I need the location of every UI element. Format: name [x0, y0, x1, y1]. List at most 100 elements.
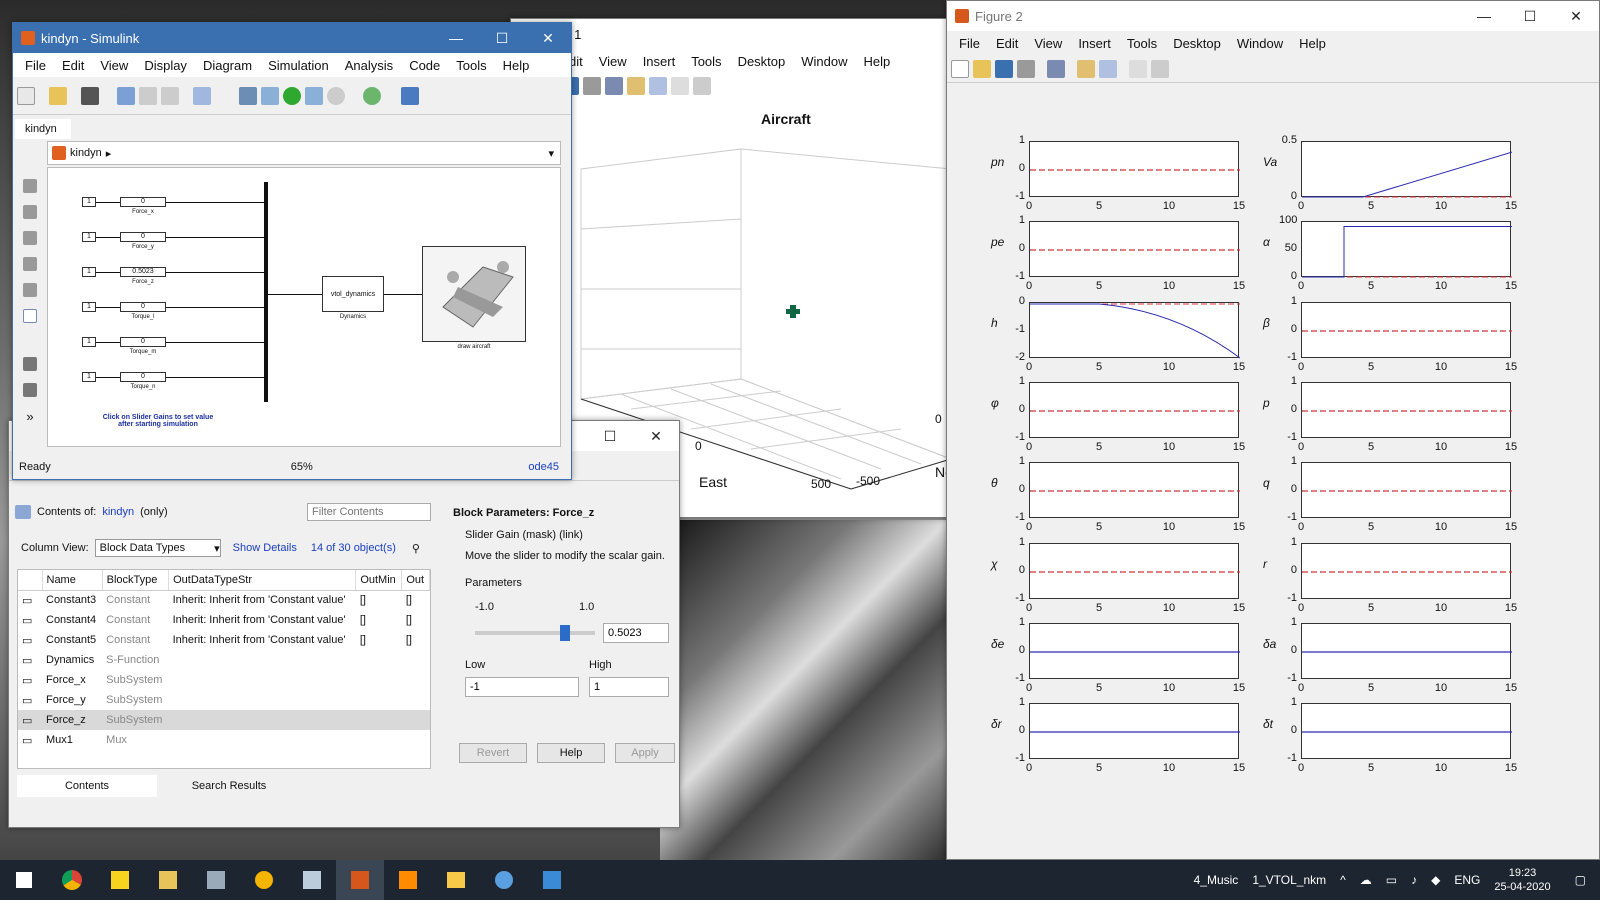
apply-button[interactable]: Apply	[615, 743, 675, 763]
model-config-icon[interactable]	[239, 86, 257, 105]
legend-icon[interactable]	[649, 77, 667, 95]
double-chevron-icon[interactable]: »	[26, 409, 33, 424]
low-input[interactable]	[465, 677, 579, 697]
subplot-axes[interactable]	[1301, 622, 1512, 679]
language-indicator[interactable]: ENG	[1454, 873, 1480, 887]
menu-item[interactable]: File	[17, 58, 54, 73]
dynamics-block[interactable]: vtol_dynamics	[322, 276, 384, 312]
column-header[interactable]: OutMin	[355, 570, 403, 591]
area-icon[interactable]	[23, 309, 37, 323]
slider-gain-block[interactable]: 0	[120, 372, 166, 382]
pointer-icon[interactable]	[1129, 59, 1147, 78]
zoom-icon[interactable]	[23, 179, 37, 193]
colorbar-icon[interactable]	[1077, 59, 1095, 78]
menu-item[interactable]: Help	[495, 58, 538, 73]
constant-block[interactable]: 1	[82, 232, 96, 242]
annotation-icon[interactable]	[23, 257, 37, 271]
mux-block[interactable]	[264, 182, 268, 402]
explorer-icon[interactable]	[23, 383, 37, 397]
slider-value-input[interactable]	[603, 623, 669, 643]
filter-icon[interactable]: ⚲	[412, 542, 420, 555]
tab-contents[interactable]: Contents	[17, 775, 157, 797]
menu-item[interactable]: Tools	[1119, 36, 1165, 51]
minimize-button[interactable]: —	[433, 23, 479, 53]
slider-gain-block[interactable]: 0	[120, 232, 166, 242]
table-row[interactable]: ▭ Mux1 Mux	[18, 730, 430, 750]
subplot-axes[interactable]	[1301, 462, 1512, 519]
link-icon[interactable]	[1047, 59, 1065, 78]
link-icon[interactable]	[605, 77, 623, 95]
menu-item[interactable]: Tools	[683, 54, 729, 69]
fit-view-icon[interactable]	[23, 205, 37, 219]
subplot-axes[interactable]	[1029, 462, 1240, 519]
high-input[interactable]	[589, 677, 669, 697]
menu-item[interactable]: Tools	[448, 58, 494, 73]
subplot-axes[interactable]	[1301, 141, 1513, 198]
menu-item[interactable]: View	[591, 54, 635, 69]
pointer-icon[interactable]	[671, 77, 689, 95]
build-icon[interactable]	[401, 86, 419, 105]
cloud-icon[interactable]: ☁	[1360, 873, 1372, 887]
new-figure-icon[interactable]	[951, 59, 969, 78]
slider-gain-block[interactable]: 0	[120, 337, 166, 347]
open-icon[interactable]	[973, 59, 991, 78]
constant-block[interactable]: 1	[82, 267, 96, 277]
subplot-axes[interactable]	[1029, 381, 1240, 438]
menu-item[interactable]: Edit	[54, 58, 92, 73]
sticky-notes-icon[interactable]	[96, 860, 144, 900]
forward-icon[interactable]	[139, 86, 157, 105]
solver-link[interactable]: ode45	[528, 461, 559, 473]
table-row[interactable]: ▭ Dynamics S-Function	[18, 650, 430, 670]
subplot-axes[interactable]	[1029, 542, 1240, 599]
library-browser-icon[interactable]	[193, 86, 211, 105]
text-app-icon[interactable]	[192, 860, 240, 900]
revert-button[interactable]: Revert	[459, 743, 527, 763]
table-row[interactable]: ▭ Force_x SubSystem	[18, 670, 430, 690]
matlab-taskbar-icon[interactable]	[336, 860, 384, 900]
subplot-axes[interactable]	[1301, 703, 1512, 760]
slider-gain-block[interactable]: 0	[120, 197, 166, 207]
dropbox-icon[interactable]: ◆	[1431, 873, 1440, 887]
sublime-icon[interactable]	[384, 860, 432, 900]
new-model-icon[interactable]	[17, 86, 35, 105]
column-header[interactable]: Name	[42, 570, 103, 591]
column-header[interactable]: Out	[401, 570, 430, 591]
table-row[interactable]: ▭ Constant3 Constant Inherit: Inherit fr…	[18, 590, 430, 610]
maximize-button[interactable]: ☐	[1507, 1, 1553, 31]
menu-item[interactable]: Analysis	[337, 58, 401, 73]
subplot-axes[interactable]	[1301, 381, 1512, 438]
colorbar-icon[interactable]	[627, 77, 645, 95]
constant-block[interactable]: 1	[82, 337, 96, 347]
arrow-icon[interactable]	[23, 231, 37, 245]
photos-icon[interactable]	[528, 860, 576, 900]
volume-icon[interactable]: ♪	[1411, 873, 1417, 887]
table-row[interactable]: ▭ Constant5 Constant Inherit: Inherit fr…	[18, 630, 430, 650]
app-icon[interactable]	[288, 860, 336, 900]
file-explorer-icon[interactable]	[432, 860, 480, 900]
chevron-up-icon[interactable]: ^	[1340, 873, 1346, 887]
notification-icon[interactable]: ▢	[1575, 873, 1586, 887]
step-back-icon[interactable]	[261, 86, 279, 105]
toolbar-folder[interactable]: 1_VTOL_nkm	[1252, 873, 1326, 887]
run-icon[interactable]	[283, 86, 301, 105]
draw-aircraft-block[interactable]	[422, 246, 526, 342]
menu-item[interactable]: Insert	[635, 54, 684, 69]
column-view-select[interactable]: Block Data Types ▾	[94, 539, 221, 557]
chrome-icon[interactable]	[48, 860, 96, 900]
menu-item[interactable]: Help	[1291, 36, 1334, 51]
table-row[interactable]: ▭ Force_y SubSystem	[18, 690, 430, 710]
menu-item[interactable]: Simulation	[260, 58, 337, 73]
menu-item[interactable]: Desktop	[730, 54, 794, 69]
open-icon[interactable]	[49, 86, 67, 105]
constant-block[interactable]: 1	[82, 302, 96, 312]
paint-icon[interactable]	[480, 860, 528, 900]
image-icon[interactable]	[23, 283, 37, 297]
property-editor-icon[interactable]	[693, 77, 711, 95]
subplot-axes[interactable]	[1029, 221, 1240, 278]
subplot-axes[interactable]	[1029, 141, 1240, 197]
menu-item[interactable]: Help	[856, 54, 899, 69]
close-button[interactable]: ✕	[633, 421, 679, 451]
pen-app-icon[interactable]	[144, 860, 192, 900]
menu-item[interactable]: Desktop	[1165, 36, 1229, 51]
legend-icon[interactable]	[1099, 59, 1117, 78]
